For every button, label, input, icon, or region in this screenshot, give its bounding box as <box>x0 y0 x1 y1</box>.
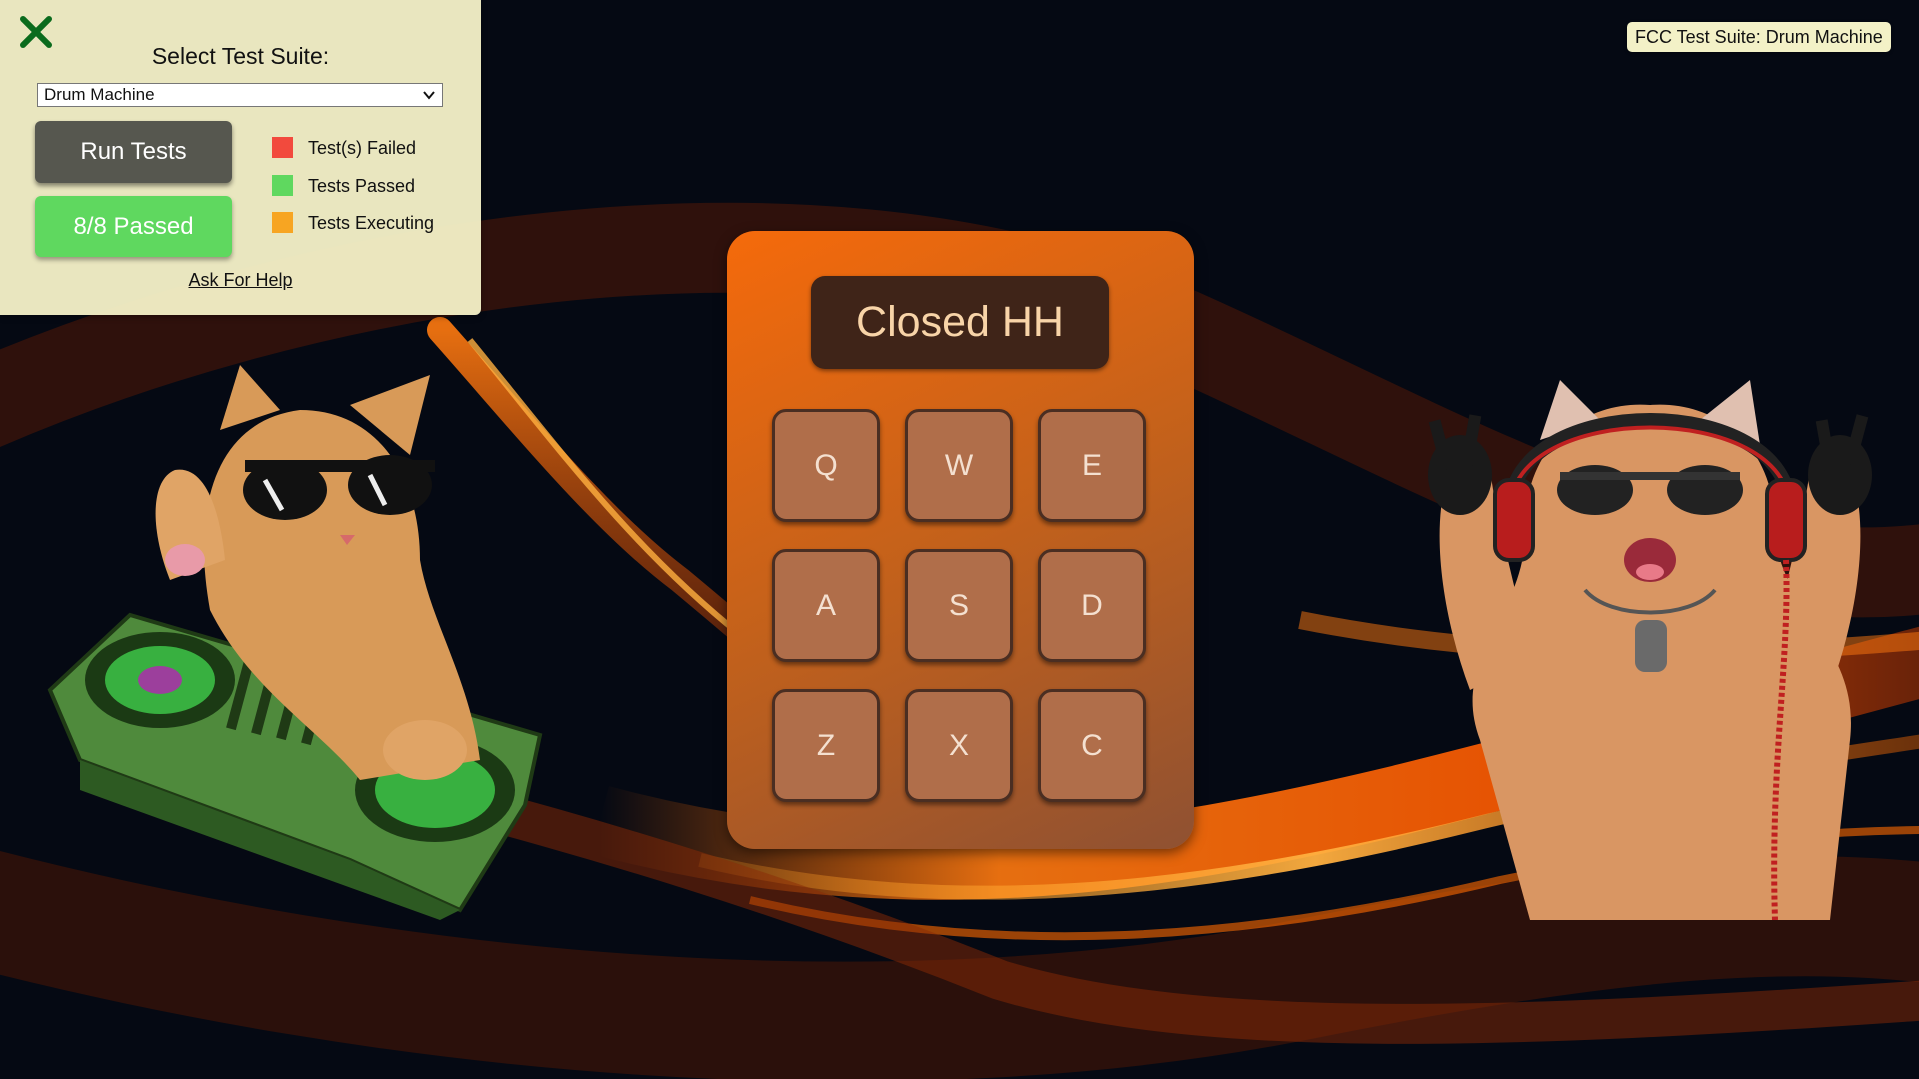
drum-pad-z[interactable]: Z <box>772 689 880 802</box>
dj-cat-image <box>47 365 543 920</box>
test-suite-select[interactable]: Drum Machine <box>37 83 443 107</box>
fcc-suite-title-badge: FCC Test Suite: Drum Machine <box>1627 22 1891 52</box>
chevron-down-icon <box>423 91 435 100</box>
drum-pad-e[interactable]: E <box>1038 409 1146 522</box>
select-suite-title: Select Test Suite: <box>151 43 330 69</box>
fcc-test-panel: Select Test Suite: Drum Machine Run Test… <box>0 0 481 315</box>
ask-for-help-link[interactable]: Ask For Help <box>0 270 481 291</box>
executing-swatch <box>272 212 293 233</box>
drum-pad-a[interactable]: A <box>772 549 880 662</box>
drum-pad-c[interactable]: C <box>1038 689 1146 802</box>
legend-label: Tests Passed <box>308 176 416 196</box>
failed-swatch <box>272 137 293 158</box>
drum-pad-w[interactable]: W <box>905 409 1013 522</box>
passed-swatch <box>272 175 293 196</box>
legend-label: Tests Executing <box>308 213 435 233</box>
test-results-button[interactable]: 8/8 Passed <box>35 196 232 257</box>
drum-pad-x[interactable]: X <box>905 689 1013 802</box>
legend-label: Test(s) Failed <box>308 138 417 158</box>
selected-suite-label: Drum Machine <box>44 85 155 104</box>
run-tests-button[interactable]: Run Tests <box>35 121 232 183</box>
page-background: Select Test Suite: Drum Machine Run Test… <box>0 0 1919 1079</box>
drum-pad-q[interactable]: Q <box>772 409 880 522</box>
drum-pad-s[interactable]: S <box>905 549 1013 662</box>
headphone-cat-image <box>1428 380 1872 920</box>
drum-pad-d[interactable]: D <box>1038 549 1146 662</box>
drum-display: Closed HH <box>811 276 1109 369</box>
drum-machine: Closed HH Q W E A S D Z X C <box>727 231 1194 849</box>
